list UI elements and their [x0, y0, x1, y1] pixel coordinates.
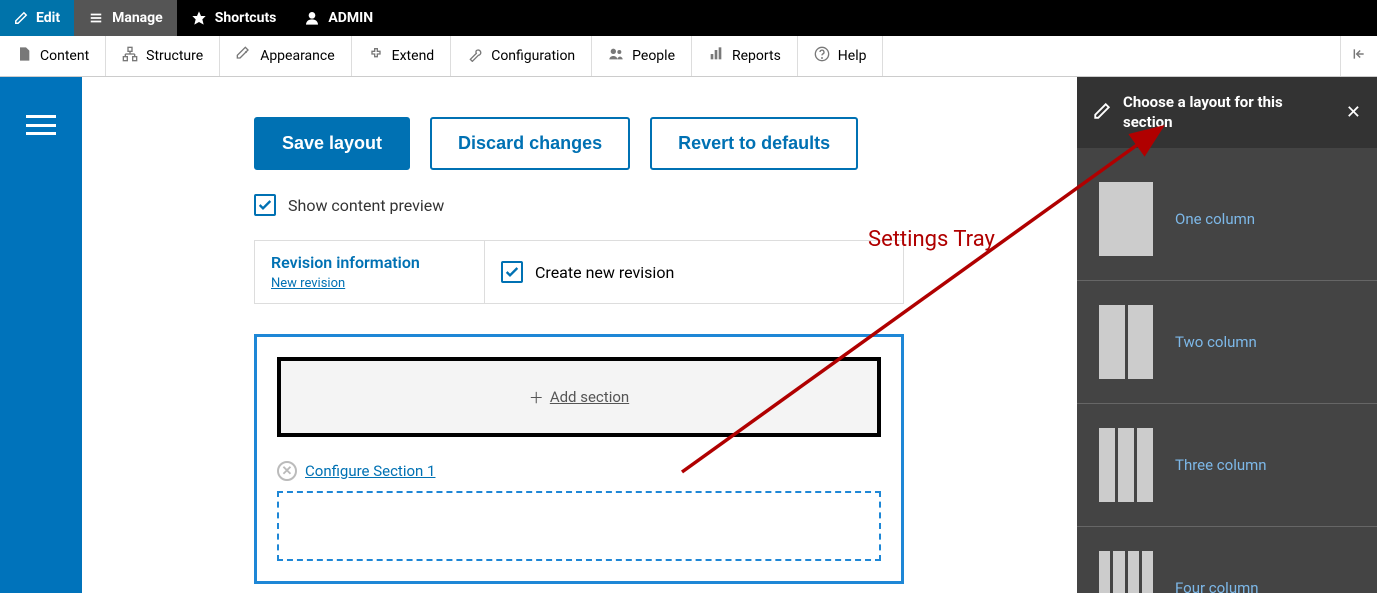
wrench-icon — [467, 46, 483, 66]
menu-people-label: People — [632, 48, 675, 64]
revision-tab[interactable]: Revision information New revision — [255, 241, 485, 303]
menu-help[interactable]: Help — [798, 36, 884, 76]
star-icon — [191, 10, 207, 26]
menu-structure-label: Structure — [146, 48, 203, 64]
annotation-label: Settings Tray — [868, 227, 995, 252]
revision-title: Revision information — [271, 253, 468, 272]
two-column-icon — [1099, 305, 1153, 379]
tray-close-button[interactable]: ✕ — [1346, 102, 1361, 123]
three-column-icon — [1099, 428, 1153, 502]
menu-content[interactable]: Content — [0, 36, 106, 76]
toolbar-top: Edit Manage Shortcuts ADMIN — [0, 0, 1377, 36]
toolbar-edit-label: Edit — [36, 10, 60, 26]
add-section-button[interactable]: ＋ Add section — [277, 357, 881, 437]
settings-tray: Choose a layout for this section ✕ One c… — [1077, 77, 1377, 593]
show-preview-checkbox[interactable] — [254, 194, 276, 216]
tray-header: Choose a layout for this section ✕ — [1077, 77, 1377, 148]
appearance-icon — [236, 46, 252, 66]
show-preview-label: Show content preview — [288, 196, 444, 215]
help-icon — [814, 46, 830, 66]
toolbar-shortcuts[interactable]: Shortcuts — [177, 0, 291, 36]
content-area: Save layout Discard changes Revert to de… — [82, 77, 1077, 593]
people-icon — [608, 46, 624, 66]
revision-sub: New revision — [271, 276, 468, 291]
pencil-icon — [14, 11, 28, 25]
menu-toggle[interactable] — [26, 115, 56, 135]
structure-icon — [122, 46, 138, 66]
menu-extend-label: Extend — [392, 48, 435, 64]
four-column-icon — [1099, 551, 1153, 593]
tray-title: Choose a layout for this section — [1123, 93, 1334, 132]
layout-builder: ＋ Add section ✕ Configure Section 1 — [254, 334, 904, 584]
user-icon — [304, 10, 320, 26]
revert-defaults-button[interactable]: Revert to defaults — [650, 117, 858, 170]
extend-icon — [368, 46, 384, 66]
revision-info: Revision information New revision Create… — [254, 240, 904, 304]
save-layout-button[interactable]: Save layout — [254, 117, 410, 170]
toolbar-shortcuts-label: Shortcuts — [215, 10, 277, 26]
toolbar-admin-label: ADMIN — [328, 10, 373, 26]
menu-configuration[interactable]: Configuration — [451, 36, 592, 76]
layout-option-label: Four column — [1175, 579, 1259, 593]
reports-icon — [708, 46, 724, 66]
plus-icon: ＋ — [529, 387, 544, 408]
one-column-icon — [1099, 182, 1153, 256]
menu-appearance-label: Appearance — [260, 48, 334, 64]
toolbar-admin[interactable]: ADMIN — [290, 0, 387, 36]
configure-section-link[interactable]: Configure Section 1 — [305, 462, 435, 480]
hamburger-icon — [88, 11, 104, 25]
menu-configuration-label: Configuration — [491, 48, 575, 64]
admin-menu: Content Structure Appearance Extend Conf… — [0, 36, 1377, 77]
pencil-icon — [1093, 102, 1111, 124]
menu-collapse[interactable] — [1340, 36, 1377, 76]
menu-reports-label: Reports — [732, 48, 781, 64]
layout-option-label: Two column — [1175, 333, 1257, 351]
layout-option-two[interactable]: Two column — [1077, 281, 1377, 404]
toolbar-manage-label: Manage — [112, 10, 163, 26]
discard-changes-button[interactable]: Discard changes — [430, 117, 630, 170]
toolbar-manage[interactable]: Manage — [74, 0, 177, 36]
create-revision-label: Create new revision — [535, 263, 674, 282]
collapse-icon — [1351, 47, 1367, 65]
menu-appearance[interactable]: Appearance — [220, 36, 351, 76]
layout-option-one[interactable]: One column — [1077, 158, 1377, 281]
remove-section-button[interactable]: ✕ — [277, 461, 297, 481]
layout-option-label: Three column — [1175, 456, 1267, 474]
menu-structure[interactable]: Structure — [106, 36, 220, 76]
menu-people[interactable]: People — [592, 36, 692, 76]
left-rail — [0, 77, 82, 593]
layout-option-three[interactable]: Three column — [1077, 404, 1377, 527]
add-section-label: Add section — [550, 388, 629, 406]
menu-help-label: Help — [838, 48, 867, 64]
file-icon — [16, 46, 32, 66]
section-region[interactable] — [277, 491, 881, 561]
menu-content-label: Content — [40, 48, 89, 64]
layout-option-four[interactable]: Four column — [1077, 527, 1377, 593]
layout-option-label: One column — [1175, 210, 1255, 228]
toolbar-edit[interactable]: Edit — [0, 0, 74, 36]
menu-extend[interactable]: Extend — [352, 36, 452, 76]
menu-reports[interactable]: Reports — [692, 36, 798, 76]
create-revision-checkbox[interactable] — [501, 261, 523, 283]
